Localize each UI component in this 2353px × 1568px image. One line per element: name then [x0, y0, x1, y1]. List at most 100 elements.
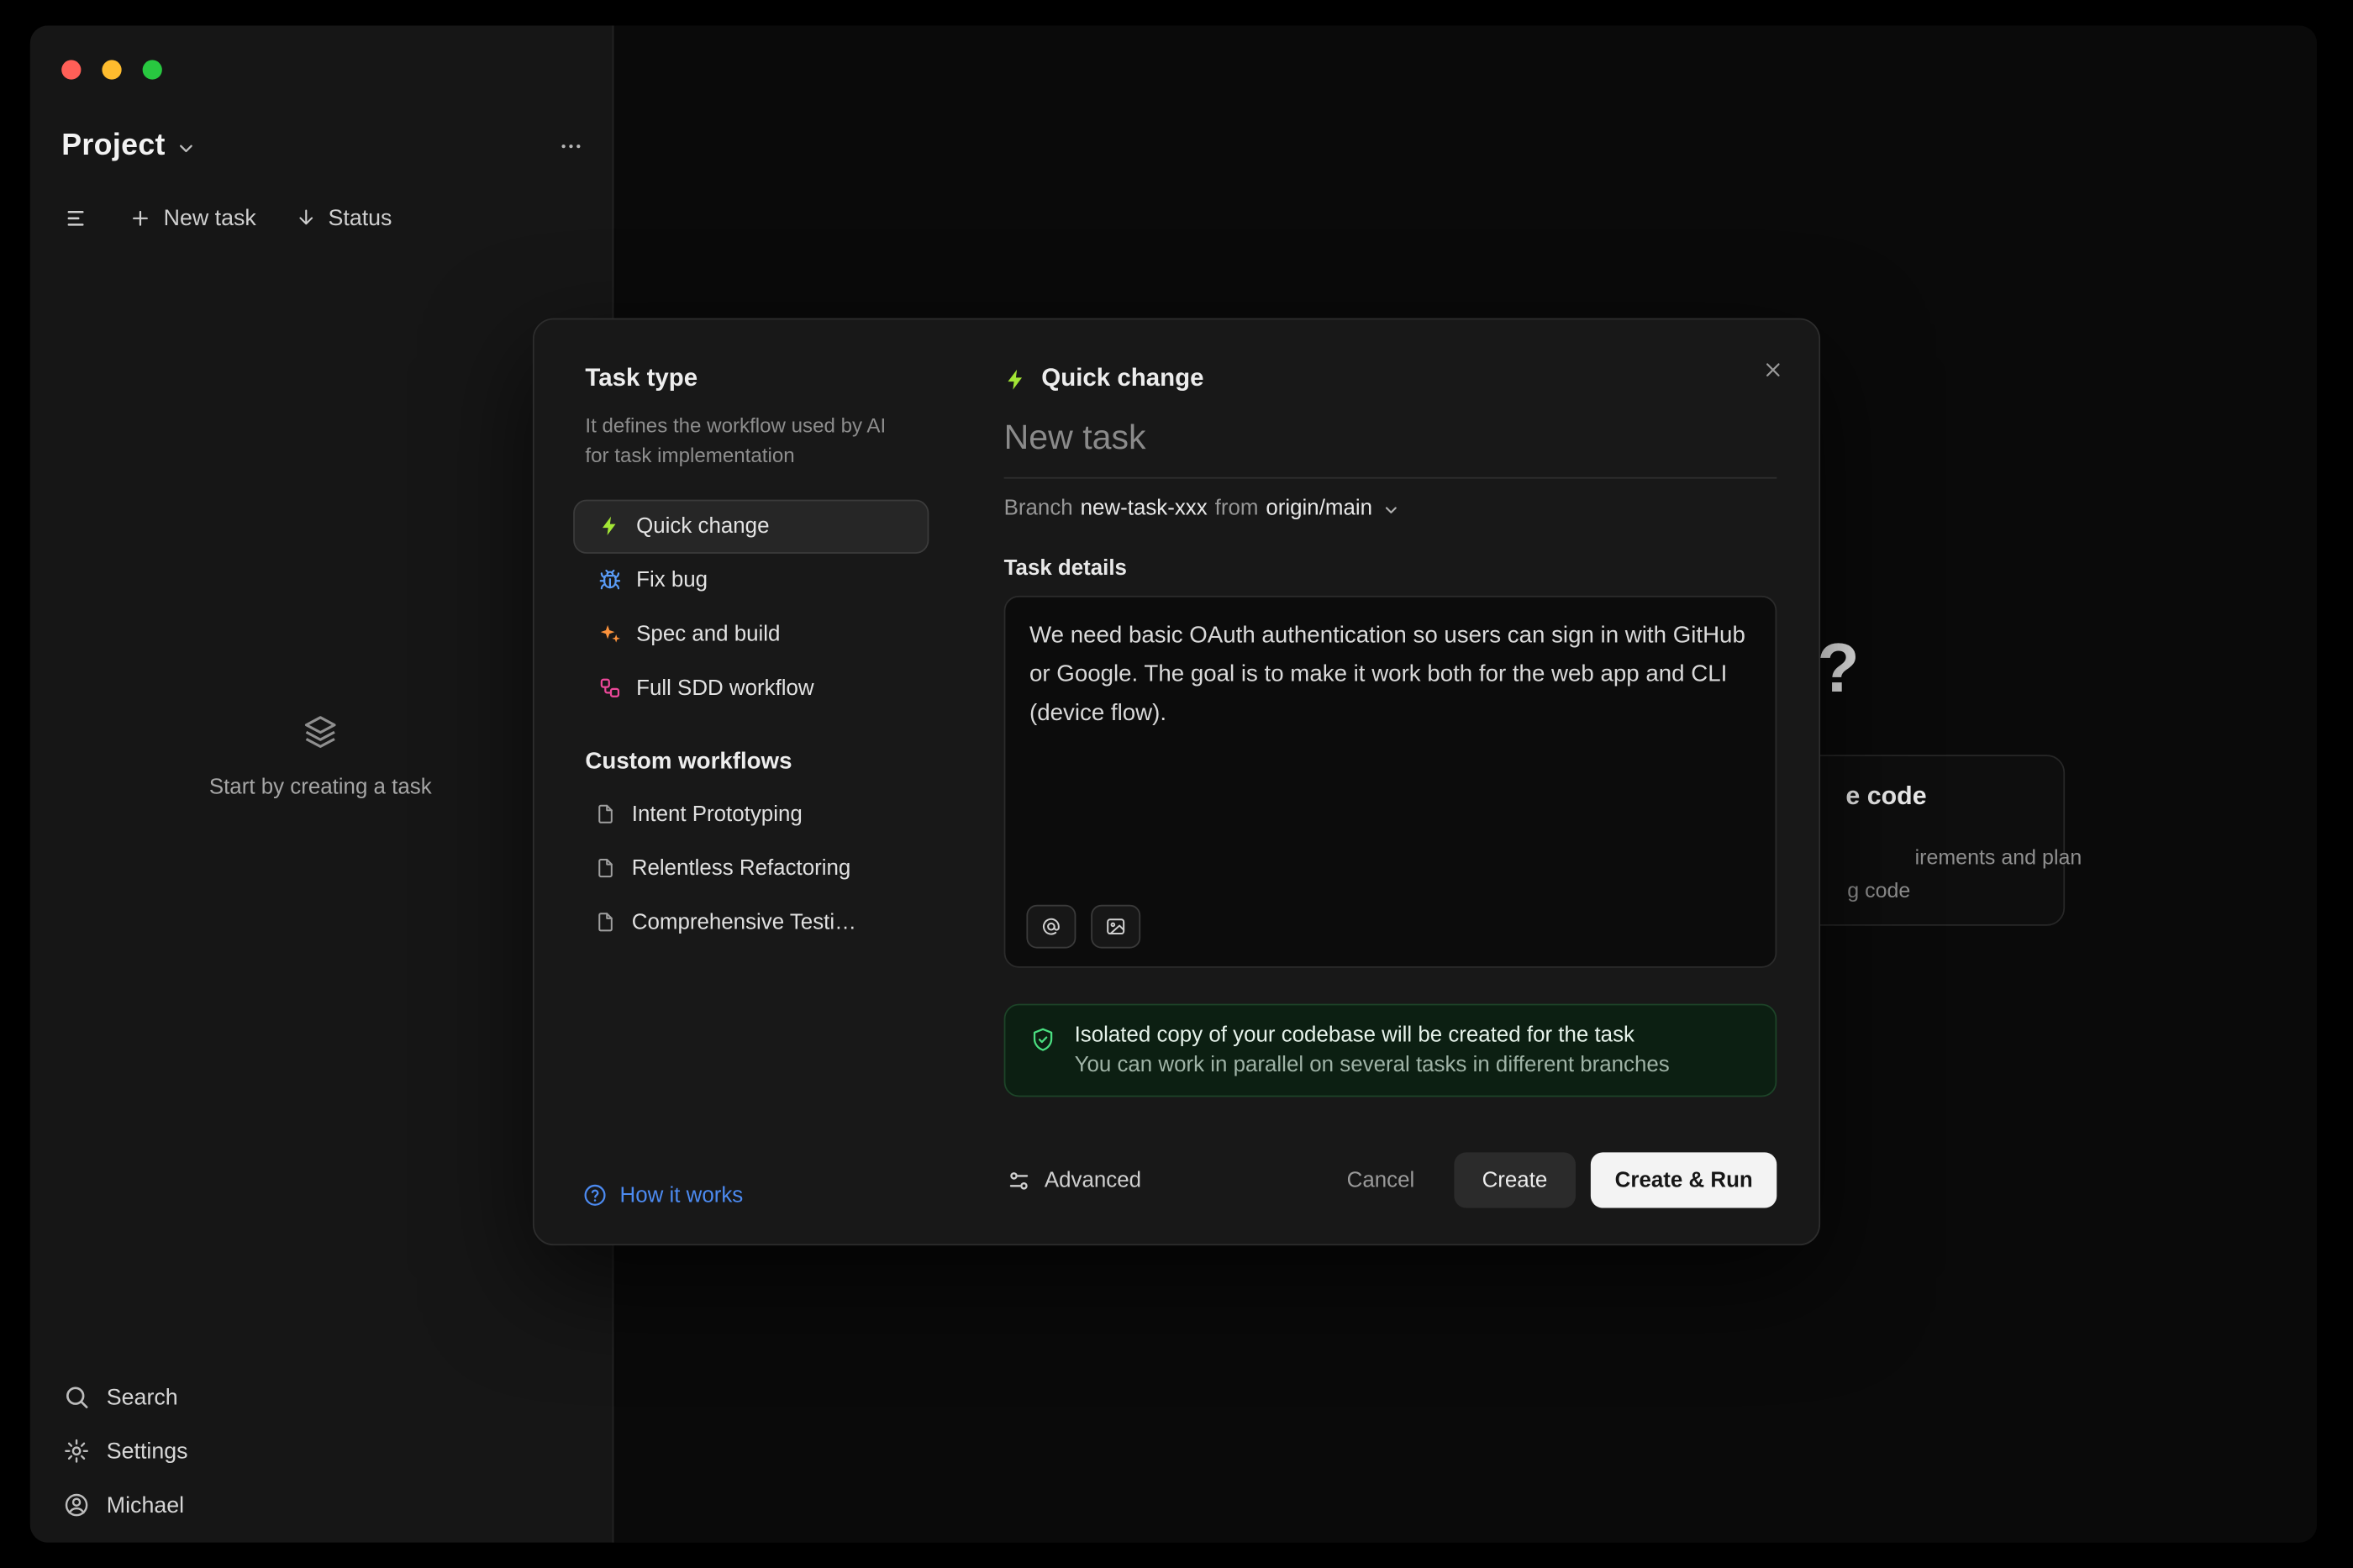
user-circle-icon	[63, 1492, 90, 1518]
project-menu-button[interactable]	[550, 128, 592, 164]
notice-line1: Isolated copy of your codebase will be c…	[1075, 1023, 1670, 1048]
shield-check-icon	[1029, 1026, 1056, 1053]
task-details-label: Task details	[1004, 556, 1777, 581]
attach-image-button[interactable]	[1091, 905, 1140, 949]
sidebar-item-settings[interactable]: Settings	[63, 1432, 188, 1471]
chevron-down-icon[interactable]	[176, 137, 197, 158]
gear-icon	[63, 1438, 90, 1465]
project-header: Project	[61, 123, 591, 168]
workflow-comprehensive-testing[interactable]: Comprehensive Testi…	[573, 895, 929, 949]
sparkles-icon	[598, 623, 621, 645]
sidebar-footer: Search Settings Michael	[63, 1377, 188, 1524]
task-form-panel: Quick change Branch new-task-xxx from or…	[974, 319, 1819, 1244]
question-circle-icon	[582, 1182, 608, 1208]
ellipsis-icon	[557, 133, 582, 158]
create-button[interactable]: Create	[1454, 1152, 1577, 1208]
workflow-label: Intent Prototyping	[632, 802, 803, 826]
new-task-modal: Task type It defines the workflow used b…	[533, 318, 1820, 1246]
image-icon	[1104, 915, 1127, 938]
workflow-icon	[598, 676, 621, 699]
view-options-button[interactable]	[65, 205, 90, 230]
task-type-heading: Task type	[585, 365, 929, 393]
status-filter-button[interactable]: Status	[295, 205, 392, 230]
layers-icon	[302, 713, 340, 750]
arrow-down-icon	[295, 207, 316, 228]
branch-base[interactable]: origin/main	[1266, 497, 1372, 521]
how-it-works-link[interactable]: How it works	[582, 1182, 743, 1208]
modal-header: Quick change	[1004, 365, 1777, 393]
new-task-button[interactable]: New task	[129, 205, 256, 230]
search-label: Search	[107, 1384, 178, 1409]
task-type-description: It defines the workflow used by AI for t…	[585, 411, 908, 471]
at-sign-icon	[1040, 915, 1062, 938]
branch-row: Branch new-task-xxx from origin/main	[1004, 497, 1777, 521]
chevron-down-icon[interactable]	[1383, 501, 1401, 518]
sidebar-toolbar: New task Status	[65, 197, 592, 239]
cancel-button[interactable]: Cancel	[1344, 1159, 1418, 1201]
sidebar-item-search[interactable]: Search	[63, 1377, 188, 1416]
create-and-run-button[interactable]: Create & Run	[1591, 1152, 1777, 1208]
background-card-line1-fragment: irements and plan	[1915, 845, 2082, 869]
close-window-button[interactable]	[61, 60, 81, 79]
task-type-quick-change[interactable]: Quick change	[573, 499, 929, 553]
background-card-line2-fragment: g code	[1847, 878, 1910, 902]
bolt-icon	[1004, 367, 1029, 392]
task-type-label: Spec and build	[636, 622, 780, 646]
advanced-label: Advanced	[1045, 1168, 1141, 1192]
workflow-intent-prototyping[interactable]: Intent Prototyping	[573, 787, 929, 841]
task-details-box: We need basic OAuth authentication so us…	[1004, 596, 1777, 968]
task-name-input[interactable]	[1004, 417, 1777, 478]
list-icon	[65, 205, 90, 230]
workflow-relentless-refactoring[interactable]: Relentless Refactoring	[573, 841, 929, 895]
branch-label: Branch	[1004, 497, 1073, 521]
workflow-label: Comprehensive Testi…	[632, 910, 856, 934]
sliders-icon	[1007, 1168, 1031, 1192]
how-it-works-label: How it works	[619, 1183, 743, 1208]
branch-from-label: from	[1215, 497, 1259, 521]
isolation-notice: Isolated copy of your codebase will be c…	[1004, 1004, 1777, 1097]
status-label: Status	[329, 205, 392, 230]
workflow-label: Relentless Refactoring	[632, 856, 851, 881]
background-heading-fragment: ?	[1817, 627, 1859, 708]
task-type-spec-and-build[interactable]: Spec and build	[573, 607, 929, 660]
task-type-fix-bug[interactable]: Fix bug	[573, 553, 929, 607]
task-type-list: Quick change Fix bug Spec and build	[573, 499, 929, 715]
plus-icon	[129, 207, 152, 229]
sidebar: Project	[30, 25, 614, 1542]
notice-text: Isolated copy of your codebase will be c…	[1075, 1023, 1670, 1077]
close-modal-button[interactable]	[1753, 350, 1792, 388]
window-controls	[61, 60, 162, 79]
notice-line2: You can work in parallel on several task…	[1075, 1054, 1670, 1078]
zoom-window-button[interactable]	[143, 60, 162, 79]
user-label: Michael	[107, 1492, 184, 1518]
sidebar-empty-state: Start by creating a task	[30, 713, 611, 800]
modal-footer: Advanced Cancel Create Create & Run	[1004, 1152, 1777, 1208]
custom-workflows-heading: Custom workflows	[585, 748, 929, 775]
mention-button[interactable]	[1026, 905, 1076, 949]
new-task-label: New task	[164, 205, 256, 230]
attachment-toolbar	[1026, 905, 1140, 949]
bug-icon	[598, 569, 621, 592]
project-title[interactable]: Project	[61, 129, 166, 163]
bolt-icon	[598, 514, 621, 537]
close-icon	[1761, 358, 1784, 381]
task-type-full-sdd-workflow[interactable]: Full SDD workflow	[573, 661, 929, 715]
document-icon	[594, 857, 617, 880]
modal-title: Quick change	[1041, 365, 1203, 393]
task-details-input[interactable]: We need basic OAuth authentication so us…	[1005, 597, 1775, 886]
task-type-label: Fix bug	[636, 568, 708, 592]
document-icon	[594, 911, 617, 934]
task-type-label: Full SDD workflow	[636, 676, 813, 700]
background-card-title-fragment: e code	[1845, 781, 1926, 812]
sidebar-item-user[interactable]: Michael	[63, 1486, 188, 1524]
stage: Project	[0, 0, 2353, 1568]
branch-name: new-task-xxx	[1081, 497, 1208, 521]
advanced-button[interactable]: Advanced	[1004, 1162, 1145, 1198]
search-icon	[63, 1383, 90, 1410]
task-type-panel: Task type It defines the workflow used b…	[534, 319, 974, 1244]
task-type-label: Quick change	[636, 514, 769, 539]
empty-state-text: Start by creating a task	[30, 776, 611, 800]
minimize-window-button[interactable]	[102, 60, 121, 79]
custom-workflows-list: Intent Prototyping Relentless Refactorin…	[573, 787, 929, 950]
settings-label: Settings	[107, 1439, 188, 1464]
